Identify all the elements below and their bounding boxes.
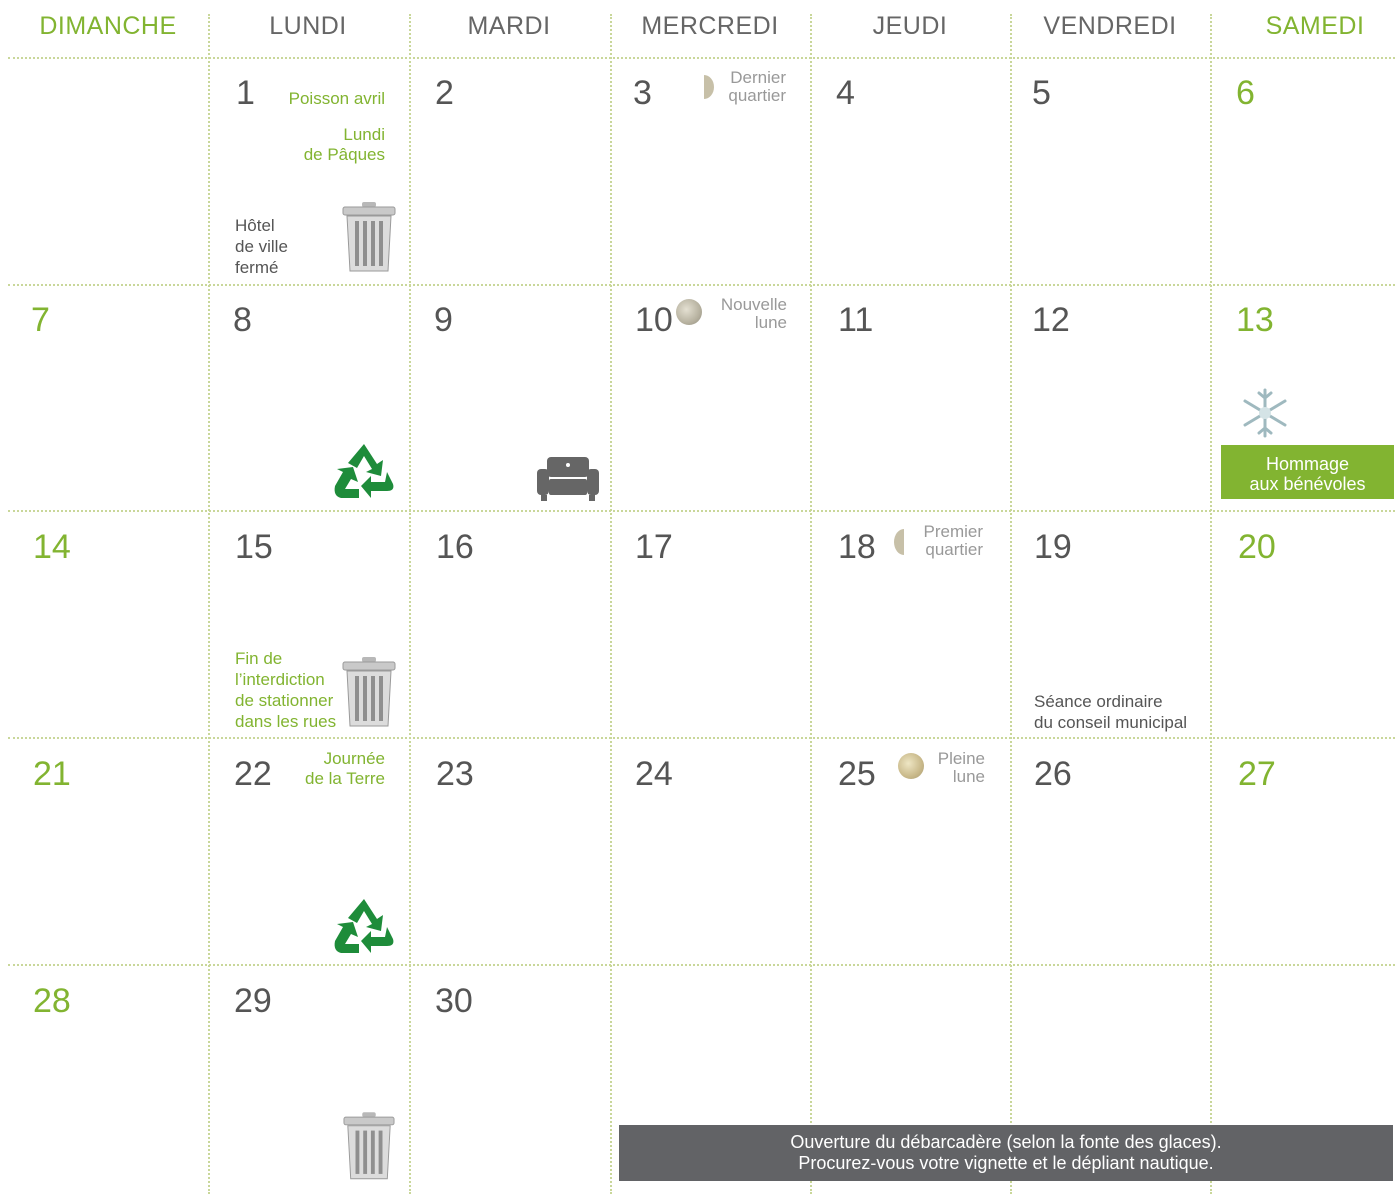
date-number: 5 xyxy=(1032,74,1051,112)
trash-can-icon xyxy=(342,657,396,727)
event-line: de Pâques xyxy=(303,145,385,164)
day-header-sunday: DIMANCHE xyxy=(39,12,177,40)
recycling-icon xyxy=(334,899,394,953)
date-number: 29 xyxy=(234,982,272,1020)
date-number: 1 xyxy=(236,74,255,112)
grid-divider xyxy=(208,14,210,1194)
grid-divider xyxy=(8,510,1395,512)
event-line: Hommage xyxy=(1265,454,1350,474)
event-line: Pleine xyxy=(937,749,985,768)
date-number: 26 xyxy=(1034,755,1072,793)
event-line: Lundi xyxy=(343,125,385,144)
event-line: fermé xyxy=(235,258,279,277)
date-number: 8 xyxy=(233,301,252,339)
date-number: 15 xyxy=(235,528,273,566)
event-dernier-quartier: Dernier quartier xyxy=(700,69,786,105)
day-header-saturday: SAMEDI xyxy=(1265,12,1365,40)
event-line: Dernier xyxy=(730,68,786,87)
event-line: Nouvelle xyxy=(720,295,787,314)
event-line: du conseil municipal xyxy=(1034,713,1188,732)
grid-divider xyxy=(610,14,612,1194)
date-number: 13 xyxy=(1236,301,1274,339)
date-number: 23 xyxy=(436,755,474,793)
date-number: 24 xyxy=(635,755,673,793)
date-number: 27 xyxy=(1238,755,1276,793)
event-line: quartier xyxy=(728,86,786,105)
date-number: 12 xyxy=(1032,301,1070,339)
grid-divider xyxy=(409,14,411,1194)
trash-can-icon xyxy=(343,1112,395,1180)
date-number: 14 xyxy=(33,528,71,566)
grid-divider xyxy=(810,14,812,1194)
armchair-icon xyxy=(537,457,599,501)
grid-divider xyxy=(1010,14,1012,1194)
day-header-friday: VENDREDI xyxy=(1043,12,1177,40)
event-lundi-de-paques: Lundi de Pâques xyxy=(260,125,385,165)
snowflake-icon xyxy=(1243,388,1287,438)
event-pleine-lune: Pleine lune xyxy=(930,750,985,786)
event-line: Journée xyxy=(323,749,385,768)
event-line: quartier xyxy=(925,540,983,559)
day-header-tuesday: MARDI xyxy=(467,12,551,40)
event-line: lune xyxy=(754,313,787,332)
banner-line: Procurez-vous votre vignette et le dépli… xyxy=(798,1153,1214,1173)
event-hotel-de-ville-ferme: Hôtel de ville fermé xyxy=(235,215,335,278)
calendar-april: DIMANCHE LUNDI MARDI MERCREDI JEUDI VEND… xyxy=(0,0,1395,1194)
date-number: 18 xyxy=(838,528,876,566)
event-fin-interdiction-stationner: Fin de l’interdiction de stationner dans… xyxy=(235,648,345,732)
date-number: 20 xyxy=(1238,528,1276,566)
event-line: Premier xyxy=(923,522,983,541)
event-line: l’interdiction xyxy=(235,670,325,689)
grid-divider xyxy=(8,964,1395,966)
date-number: 21 xyxy=(33,755,71,793)
date-number: 6 xyxy=(1236,74,1255,112)
recycling-icon xyxy=(334,444,394,498)
event-line: Séance ordinaire xyxy=(1034,692,1163,711)
event-seance-conseil-municipal: Séance ordinaire du conseil municipal xyxy=(1034,691,1209,733)
event-line: aux bénévoles xyxy=(1249,474,1366,494)
grid-divider xyxy=(1210,14,1212,1194)
date-number: 11 xyxy=(838,301,874,339)
date-number: 4 xyxy=(836,74,855,112)
date-number: 22 xyxy=(234,755,272,793)
event-line: Fin de xyxy=(235,649,283,668)
date-number: 30 xyxy=(435,982,473,1020)
event-line: Hôtel xyxy=(235,216,275,235)
date-number: 3 xyxy=(633,74,652,112)
grid-divider xyxy=(8,57,1395,59)
event-poisson-avril: Poisson avril xyxy=(288,89,385,108)
date-number: 9 xyxy=(434,301,453,339)
event-nouvelle-lune: Nouvelle lune xyxy=(705,296,787,332)
date-number: 2 xyxy=(435,74,454,112)
event-journee-de-la-terre: Journée de la Terre xyxy=(280,749,385,789)
grid-divider xyxy=(8,737,1395,739)
event-line: de la Terre xyxy=(304,769,385,788)
banner-ouverture-debarcadere: Ouverture du débarcadère (selon la fonte… xyxy=(619,1125,1393,1181)
moon-new-icon xyxy=(676,299,702,325)
event-line: de stationner xyxy=(235,691,334,710)
date-number: 16 xyxy=(436,528,474,566)
trash-can-icon xyxy=(342,202,396,272)
moon-full-icon xyxy=(898,753,924,779)
day-header-wednesday: MERCREDI xyxy=(641,12,779,40)
date-number: 17 xyxy=(635,528,673,566)
date-number: 25 xyxy=(838,755,876,793)
day-header-thursday: JEUDI xyxy=(872,12,948,40)
event-line: lune xyxy=(952,767,985,786)
date-number: 7 xyxy=(31,301,50,339)
date-number: 10 xyxy=(635,301,673,339)
event-hommage-aux-benevoles: Hommage aux bénévoles xyxy=(1221,445,1394,499)
event-premier-quartier: Premier quartier xyxy=(905,523,983,559)
date-number: 28 xyxy=(33,982,71,1020)
day-header-monday: LUNDI xyxy=(269,12,347,40)
event-line: de ville xyxy=(235,237,288,256)
banner-line: Ouverture du débarcadère (selon la fonte… xyxy=(790,1132,1222,1152)
event-line: dans les rues xyxy=(235,712,337,731)
grid-divider xyxy=(8,284,1395,286)
date-number: 19 xyxy=(1034,528,1072,566)
